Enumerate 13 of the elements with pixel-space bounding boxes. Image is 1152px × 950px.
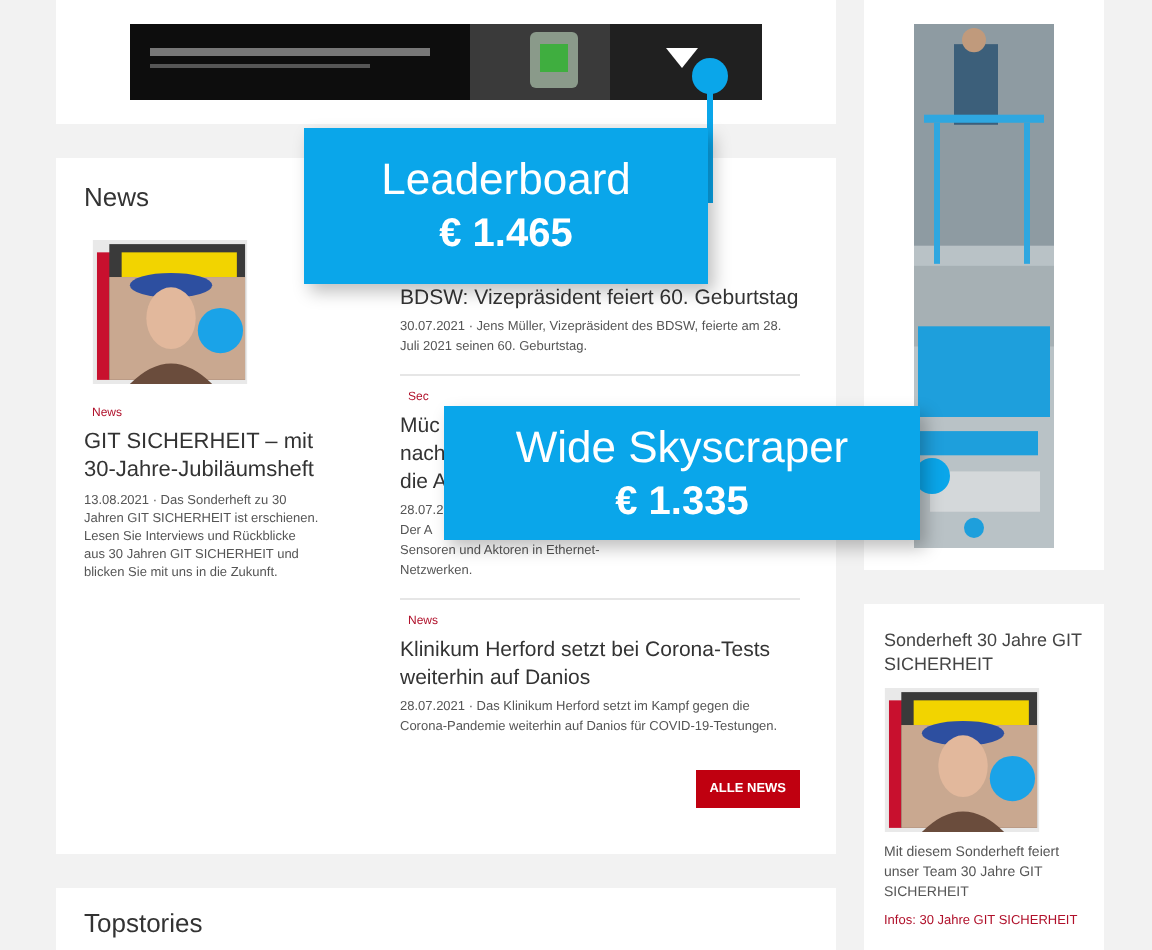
news-title[interactable]: GIT SICHERHEIT – mit 30-Jahre-Jubiläumsheft [84, 428, 320, 484]
section-title: Topstories [84, 908, 205, 938]
sidebar-title: Sonderheft 30 Jahre GIT SICHERHEIT [884, 628, 1084, 676]
news-title-fragment: Müc [400, 412, 440, 440]
section-title: News [84, 182, 152, 212]
marker-dot [692, 58, 728, 94]
ad-price: € 1.335 [615, 477, 749, 527]
news-title[interactable]: Klinikum Herford setzt bei Corona-Tests weiterhin auf Danios [400, 636, 800, 692]
ad-price: € 1.465 [439, 210, 573, 260]
ad-format-name: Wide Skyscraper [515, 419, 849, 475]
ad-format-name: Leaderboard [381, 152, 631, 208]
news-title-fragment: nach [400, 440, 446, 468]
news-title[interactable]: BDSW: Vizepräsident feiert 60. Geburtstag [400, 284, 800, 312]
